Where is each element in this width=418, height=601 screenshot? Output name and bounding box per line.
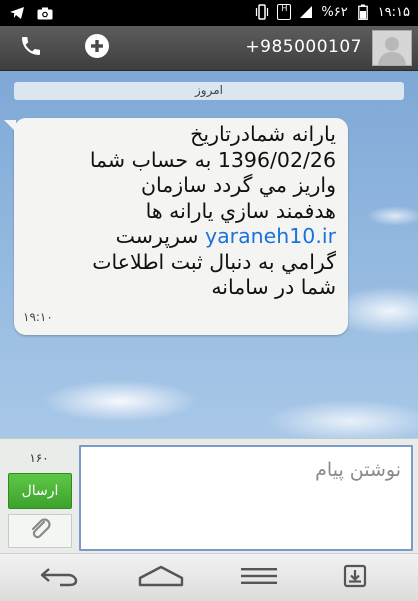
attach-button[interactable] [8,514,72,548]
message-line: سرپرست [115,224,199,248]
sim-tray-icon [342,563,368,593]
send-button[interactable]: ارسال [8,473,72,509]
message-timestamp: ۱۹:۱۰ [23,310,53,324]
message-line: شما در سامانه [211,275,336,299]
conversation-area[interactable]: امروز یارانه شمادرتاریخ 1396/02/26 به حس… [0,71,418,438]
home-button[interactable] [136,563,186,593]
input-placeholder: نوشتن پیام [315,459,401,481]
add-contact-button[interactable] [82,34,112,62]
message-line-with-link: yaraneh10.ir سرپرست [18,224,336,250]
status-time: ۱۹:۱۵ [377,4,410,20]
add-icon [84,33,110,63]
back-icon [38,565,80,591]
message-line: واریز مي گردد سازمان [140,173,336,197]
message-composer: ۱۶۰ ارسال نوشتن پیام [0,438,418,553]
network-type-badge: H [277,4,292,20]
home-icon [138,565,184,591]
status-bar: H %۶۲ ۱۹:۱۵ [0,0,418,26]
contact-number: +985000107 [245,37,362,57]
call-button[interactable] [16,34,46,62]
message-line: 1396/02/26 به حساب شما [89,147,336,172]
telegram-icon [8,4,26,22]
message-body: یارانه شمادرتاریخ 1396/02/26 به حساب شما… [18,122,336,301]
message-input[interactable]: نوشتن پیام [79,445,413,551]
navigation-bar [0,553,418,601]
camera-icon [36,4,54,22]
message-link[interactable]: yaraneh10.ir [205,224,336,248]
signal-icon [297,3,315,21]
message-line: هدفمند سازي یارانه ها [145,198,336,223]
message-line: گرامي به دنبال ثبت اطلاعات [92,249,336,274]
paperclip-icon [27,516,53,546]
battery-percent: %۶۲ [321,4,348,20]
conversation-header: +985000107 [0,26,418,71]
message-bubble[interactable]: یارانه شمادرتاریخ 1396/02/26 به حساب شما… [4,118,348,335]
menu-icon [239,567,279,589]
message-line: یارانه شمادرتاریخ [190,122,336,146]
battery-icon [354,3,372,21]
sim-switch-button[interactable] [330,563,380,593]
menu-button[interactable] [234,563,284,593]
char-counter: ۱۶۰ [29,451,49,465]
date-separator: امروز [14,82,404,100]
phone-icon [19,34,43,62]
contact-avatar[interactable] [372,30,412,66]
back-button[interactable] [34,563,84,593]
date-label: امروز [195,83,223,97]
vibrate-icon [253,3,271,21]
